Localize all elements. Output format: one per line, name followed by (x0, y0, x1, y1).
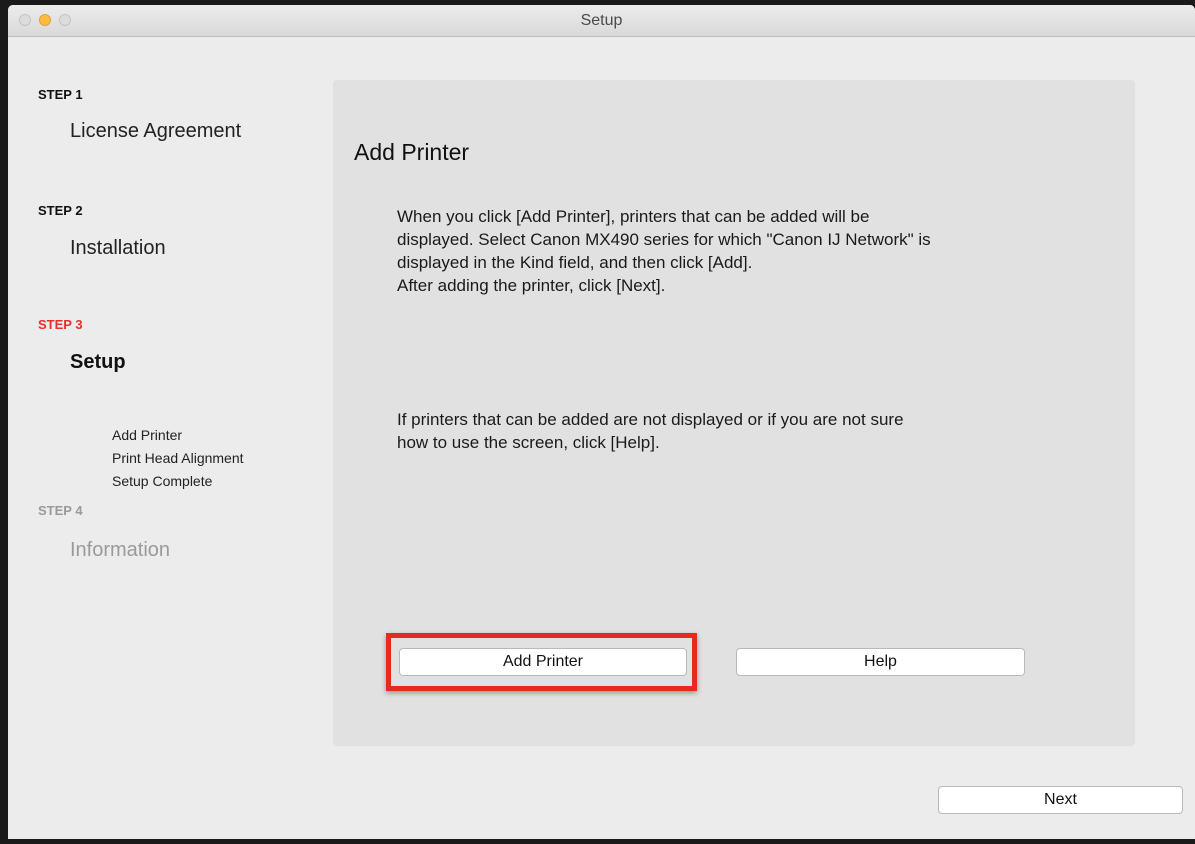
step-4-title: Information (70, 539, 171, 561)
help-text: If printers that can be added are not di… (397, 408, 1097, 454)
step-1-title: License Agreement (70, 120, 242, 142)
window-title: Setup (580, 12, 623, 29)
title-bar: Setup (8, 5, 1195, 37)
setup-window: Setup STEP 1 License Agreement STEP 2 In… (8, 5, 1195, 839)
step-1-heading: STEP 1 (38, 87, 83, 102)
step-4-heading: STEP 4 (38, 503, 83, 518)
instructions-text: When you click [Add Printer], printers t… (397, 205, 1097, 297)
help-button[interactable]: Help (736, 648, 1025, 676)
substep-print-head-alignment: Print Head Alignment (112, 450, 244, 466)
page-title: Add Printer (354, 139, 470, 165)
instructions-line-3: displayed in the Kind field, and then cl… (397, 253, 753, 272)
step-3-title: Setup (70, 351, 126, 373)
instructions-line-1: When you click [Add Printer], printers t… (397, 207, 870, 226)
help-text-line-1: If printers that can be added are not di… (397, 410, 904, 429)
substep-add-printer: Add Printer (112, 427, 183, 443)
instructions-line-2: displayed. Select Canon MX490 series for… (397, 230, 931, 249)
step-3-heading: STEP 3 (38, 317, 83, 332)
help-text-line-2: how to use the screen, click [Help]. (397, 433, 660, 452)
step-3-substeps: Add Printer Print Head Alignment Setup C… (112, 424, 244, 493)
add-printer-button[interactable]: Add Printer (399, 648, 687, 676)
substep-setup-complete: Setup Complete (112, 473, 213, 489)
next-button[interactable]: Next (938, 786, 1183, 814)
step-2-title: Installation (70, 237, 166, 259)
step-2-heading: STEP 2 (38, 203, 83, 218)
instructions-line-4: After adding the printer, click [Next]. (397, 276, 666, 295)
content-panel: Add Printer When you click [Add Printer]… (333, 80, 1135, 746)
